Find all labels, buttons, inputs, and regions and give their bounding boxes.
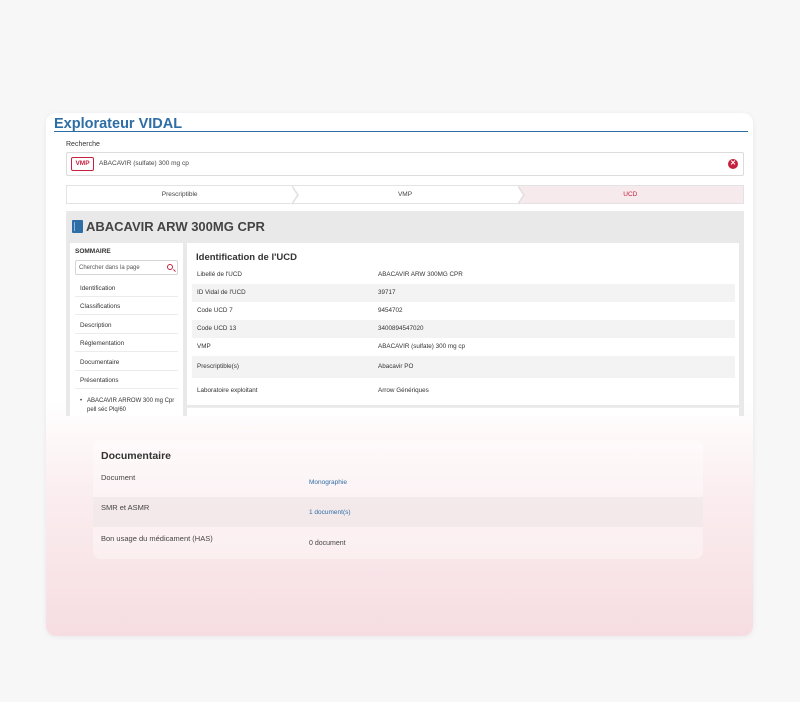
documentaire-panel: Documentaire Document Monographie SMR et… (93, 440, 703, 559)
vidal-explorer-card: Explorateur VIDAL Recherche VMP ABACAVIR… (46, 113, 753, 636)
row-label: VMP (197, 343, 211, 350)
row-label: Document (101, 473, 136, 482)
step-label: VMP (397, 191, 413, 198)
next-section-panel (187, 407, 739, 416)
sommaire-title: SOMMAIRE (75, 248, 111, 255)
row-label: Code UCD 13 (197, 325, 237, 332)
row-label: Libellé de l'UCD (197, 271, 242, 278)
sommaire-item-description[interactable]: Description (75, 317, 178, 334)
row-label: Code UCD 7 (197, 307, 233, 314)
ucd-section-title: Identification de l'UCD (196, 252, 297, 263)
page-search-placeholder: Chercher dans la page (79, 265, 140, 271)
ucd-identification-panel: Identification de l'UCD Libellé de l'UCD… (187, 243, 739, 405)
table-row: SMR et ASMR 1 document(s) (93, 497, 703, 527)
breadcrumb-steps: Prescriptible VMP UCD (66, 185, 744, 205)
sommaire-item-identification[interactable]: Identification (75, 280, 178, 297)
search-input[interactable]: VMP ABACAVIR (sulfate) 300 mg cp ✕ (66, 152, 744, 176)
product-title: ABACAVIR ARW 300MG CPR (86, 219, 265, 234)
row-value: 39717 (378, 289, 396, 296)
row-value: Abacavir PO (378, 363, 414, 370)
table-row: Laboratoire exploitant Arrow Génériques (192, 380, 735, 402)
table-row: Document Monographie (93, 467, 703, 497)
step-vmp[interactable]: VMP (292, 185, 525, 205)
row-value: ABACAVIR ARW 300MG CPR (378, 271, 463, 278)
table-row: Code UCD 13 3400894547020 (192, 320, 735, 338)
row-label: ID Vidal de l'UCD (197, 289, 246, 296)
row-label: SMR et ASMR (101, 503, 150, 512)
smr-asmr-link[interactable]: 1 document(s) (309, 509, 351, 516)
step-ucd[interactable]: UCD (517, 186, 743, 203)
close-circle-icon[interactable]: ✕ (728, 159, 738, 169)
row-value: 3400894547020 (378, 325, 424, 332)
documentaire-title: Documentaire (101, 450, 172, 462)
row-value: Arrow Génériques (378, 387, 429, 394)
row-value: ABACAVIR (sulfate) 300 mg cp (378, 343, 466, 350)
step-label: UCD (623, 191, 638, 198)
sommaire-item-documentaire[interactable]: Documentaire (75, 354, 178, 371)
table-row: Prescriptible(s) Abacavir PO (192, 356, 735, 378)
page-search-input[interactable]: Chercher dans la page (75, 260, 178, 275)
product-panel: ABACAVIR ARW 300MG CPR SOMMAIRE Chercher… (66, 211, 744, 416)
search-type-chip[interactable]: VMP (71, 157, 94, 171)
table-row: Bon usage du médicament (HAS) 0 document (93, 528, 703, 558)
chevron-right-icon (516, 185, 525, 205)
table-row: Code UCD 7 9454702 (192, 302, 735, 320)
monographie-link[interactable]: Monographie (309, 479, 347, 486)
search-label: Recherche (66, 141, 100, 148)
title-divider (54, 131, 748, 132)
book-icon (72, 220, 83, 233)
sommaire-item-presentations[interactable]: Présentations (75, 372, 178, 389)
table-row: VMP ABACAVIR (sulfate) 300 mg cp (192, 338, 735, 356)
table-row: Libellé de l'UCD ABACAVIR ARW 300MG CPR (192, 266, 735, 284)
table-row: ID Vidal de l'UCD 39717 (192, 284, 735, 302)
step-label: Prescriptible (161, 191, 198, 198)
step-prescriptible[interactable]: Prescriptible (67, 185, 300, 205)
sommaire-item-classifications[interactable]: Classifications (75, 298, 178, 315)
chevron-right-icon (291, 185, 300, 205)
search-value: ABACAVIR (sulfate) 300 mg cp (99, 160, 189, 167)
sommaire-sub-item[interactable]: ABACAVIR ARROW 300 mg Cpr pell séc Plq/6… (80, 397, 178, 415)
row-label: Bon usage du médicament (HAS) (101, 534, 213, 543)
row-label: Prescriptible(s) (197, 363, 239, 370)
row-value: 9454702 (378, 307, 403, 314)
search-icon[interactable] (167, 264, 173, 270)
row-value: 0 document (309, 540, 346, 547)
app-title: Explorateur VIDAL (54, 116, 183, 132)
sommaire-panel: SOMMAIRE Chercher dans la page Identific… (70, 243, 183, 416)
row-label: Laboratoire exploitant (197, 387, 258, 394)
sommaire-item-reglementation[interactable]: Réglementation (75, 335, 178, 352)
